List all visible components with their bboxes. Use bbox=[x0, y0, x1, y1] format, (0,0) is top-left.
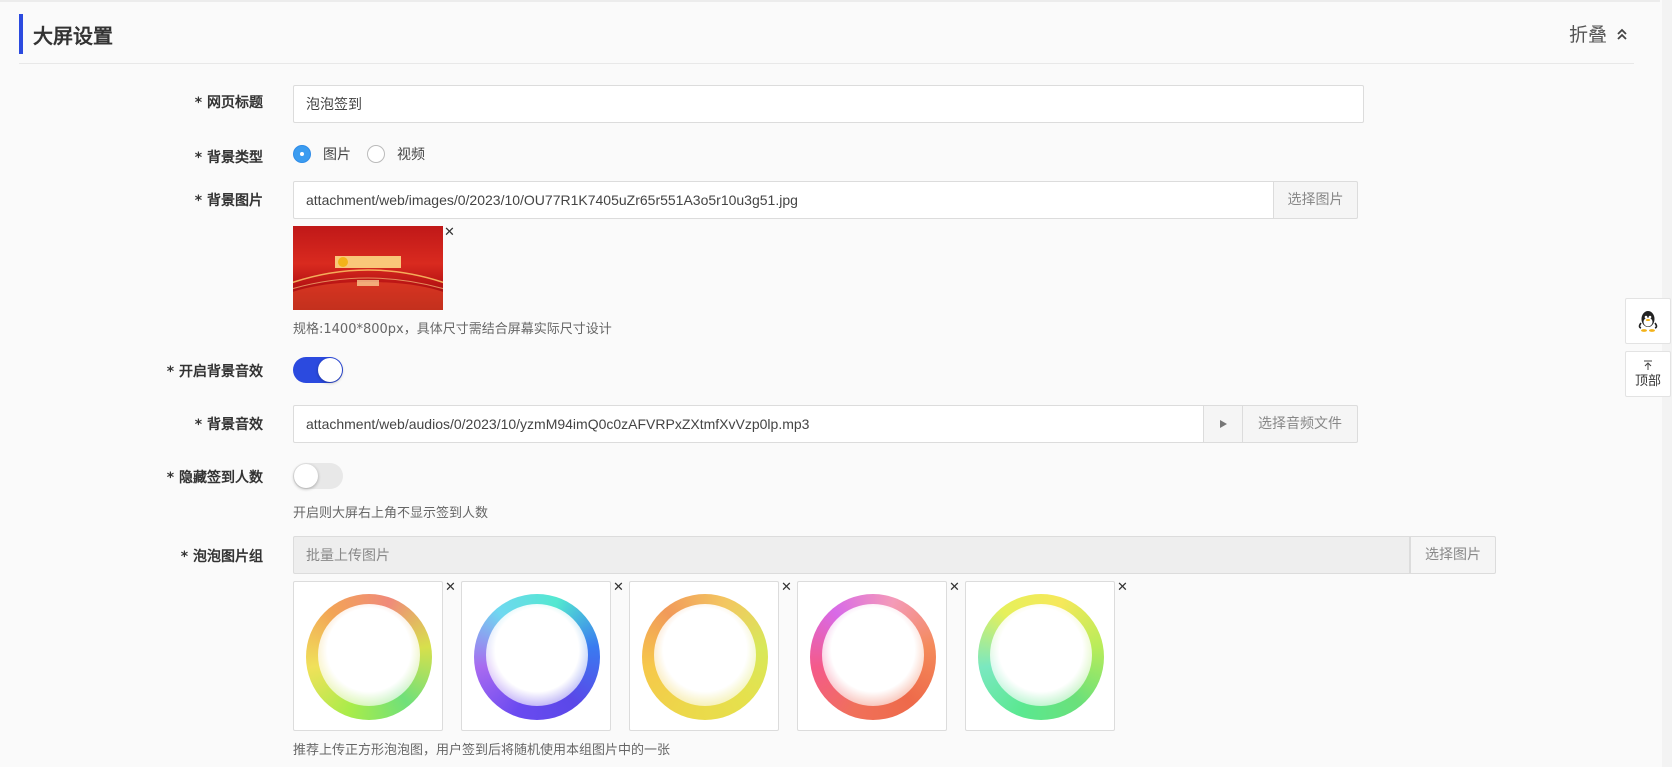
bubble-images-label: * 泡泡图片组 bbox=[180, 549, 263, 565]
double-chevron-up-icon bbox=[1617, 28, 1627, 40]
select-audio-button[interactable]: 选择音频文件 bbox=[1242, 405, 1358, 443]
remove-bubble-3-icon[interactable]: ✕ bbox=[781, 581, 792, 594]
section-title: 大屏设置 bbox=[33, 24, 113, 48]
select-bg-image-button[interactable]: 选择图片 bbox=[1273, 181, 1358, 219]
collapse-label: 折叠 bbox=[1568, 24, 1607, 46]
top-border bbox=[0, 0, 1660, 2]
page-title-label: * 网页标题 bbox=[194, 95, 263, 111]
hide-count-label: * 隐藏签到人数 bbox=[166, 470, 263, 486]
bg-image-label: * 背景图片 bbox=[194, 193, 263, 209]
bubble-thumb-4 bbox=[797, 581, 947, 731]
bubble-image bbox=[642, 594, 768, 720]
arrow-up-icon bbox=[1644, 360, 1652, 370]
radio-image[interactable] bbox=[293, 145, 311, 163]
play-audio-button[interactable] bbox=[1203, 405, 1243, 443]
switch-knob bbox=[318, 358, 342, 382]
bg-audio-label: * 背景音效 bbox=[194, 417, 263, 433]
bubble-thumb-2 bbox=[461, 581, 611, 731]
qq-contact-button[interactable] bbox=[1625, 298, 1671, 344]
settings-panel: 大屏设置 折叠 * 网页标题 泡泡签到 * 背景类型 图片 视频 * 背景图片 … bbox=[0, 0, 1672, 767]
bubble-image bbox=[306, 594, 432, 720]
header-divider bbox=[19, 63, 1634, 64]
back-to-top-button[interactable]: 顶部 bbox=[1625, 351, 1671, 397]
bubble-image bbox=[810, 594, 936, 720]
remove-bubble-2-icon[interactable]: ✕ bbox=[613, 581, 624, 594]
qq-penguin-icon bbox=[1638, 311, 1658, 332]
page-title-input[interactable]: 泡泡签到 bbox=[293, 85, 1364, 123]
bg-image-art bbox=[293, 256, 443, 310]
remove-bubble-1-icon[interactable]: ✕ bbox=[445, 581, 456, 594]
hide-count-hint: 开启则大屏右上角不显示签到人数 bbox=[293, 506, 489, 521]
bg-type-radio-group: 图片 视频 bbox=[293, 144, 441, 164]
bubble-thumb-1 bbox=[293, 581, 443, 731]
remove-bubble-4-icon[interactable]: ✕ bbox=[949, 581, 960, 594]
hide-count-switch[interactable] bbox=[293, 463, 343, 489]
radio-image-label[interactable]: 图片 bbox=[323, 144, 351, 164]
back-to-top-label: 顶部 bbox=[1634, 373, 1661, 389]
remove-bg-image-icon[interactable]: ✕ bbox=[444, 226, 455, 239]
bg-audio-switch[interactable] bbox=[293, 357, 343, 383]
bubble-thumb-5 bbox=[965, 581, 1115, 731]
bubble-image bbox=[474, 594, 600, 720]
bubble-thumb-3 bbox=[629, 581, 779, 731]
bg-audio-toggle-label: * 开启背景音效 bbox=[166, 364, 263, 380]
title-accent-bar bbox=[19, 14, 23, 54]
bg-image-hint: 规格:1400*800px，具体尺寸需结合屏幕实际尺寸设计 bbox=[293, 322, 612, 337]
bg-image-path-input[interactable]: attachment/web/images/0/2023/10/OU77R1K7… bbox=[293, 181, 1274, 219]
bg-image-preview bbox=[293, 226, 443, 310]
bubble-image bbox=[978, 594, 1104, 720]
radio-video[interactable] bbox=[367, 145, 385, 163]
bubble-images-hint: 推荐上传正方形泡泡图，用户签到后将随机使用本组图片中的一张 bbox=[293, 743, 671, 758]
radio-video-label[interactable]: 视频 bbox=[397, 144, 425, 164]
bg-type-label: * 背景类型 bbox=[194, 150, 263, 166]
bubble-batch-upload-input[interactable]: 批量上传图片 bbox=[293, 536, 1410, 574]
collapse-button[interactable]: 折叠 bbox=[1569, 20, 1629, 47]
select-bubble-images-button[interactable]: 选择图片 bbox=[1410, 536, 1496, 574]
bg-audio-path-input[interactable]: attachment/web/audios/0/2023/10/yzmM94im… bbox=[293, 405, 1204, 443]
play-icon bbox=[1220, 420, 1227, 428]
remove-bubble-5-icon[interactable]: ✕ bbox=[1117, 581, 1128, 594]
switch-knob bbox=[294, 464, 318, 488]
section-header: 大屏设置 折叠 bbox=[19, 14, 1629, 54]
